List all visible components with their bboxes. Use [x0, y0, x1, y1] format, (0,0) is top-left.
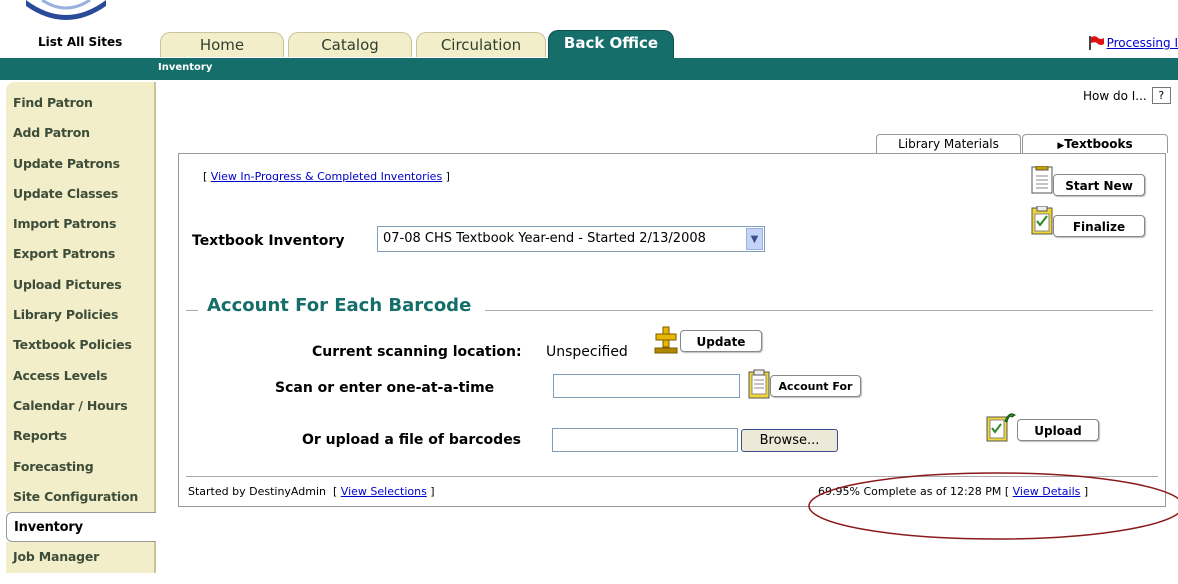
- subtab-textbooks[interactable]: ▶Textbooks: [1022, 134, 1168, 153]
- sidebar-item-reports[interactable]: Reports: [6, 421, 156, 452]
- finalize-button[interactable]: Finalize: [1053, 215, 1145, 237]
- how-do-i: How do I... ?: [1083, 87, 1171, 104]
- file-path-input[interactable]: [552, 428, 738, 452]
- scan-label: Scan or enter one-at-a-time: [275, 380, 495, 396]
- list-all-sites-link[interactable]: List All Sites: [38, 35, 122, 49]
- flag-icon: [1088, 36, 1104, 50]
- section-divider: [186, 310, 198, 311]
- tab-circulation[interactable]: Circulation: [416, 32, 546, 57]
- location-value: Unspecified: [546, 344, 628, 360]
- chevron-down-icon[interactable]: ▼: [746, 228, 763, 250]
- upload-button[interactable]: Upload: [1017, 419, 1099, 441]
- account-for-document-icon: [748, 369, 770, 399]
- tab-home[interactable]: Home: [160, 32, 284, 57]
- sidebar-item-textbook-policies[interactable]: Textbook Policies: [6, 330, 156, 361]
- tab-catalog[interactable]: Catalog: [288, 32, 412, 57]
- sidebar-item-import-patrons[interactable]: Import Patrons: [6, 209, 156, 240]
- barcode-input[interactable]: [553, 374, 740, 398]
- view-inprogress-link[interactable]: View In-Progress & Completed Inventories: [211, 170, 442, 183]
- sidebar: Find Patron Add Patron Update Patrons Up…: [6, 88, 156, 573]
- bracket-open: [: [203, 170, 211, 183]
- tab-back-office[interactable]: Back Office: [548, 30, 674, 59]
- view-selections-link[interactable]: View Selections: [341, 485, 427, 498]
- new-document-icon: [1031, 166, 1053, 194]
- processing-link[interactable]: Processing I: [1107, 36, 1178, 50]
- bracket-close: ]: [426, 485, 435, 498]
- sidebar-item-add-patron[interactable]: Add Patron: [6, 118, 156, 149]
- section-title: Account For Each Barcode: [207, 295, 472, 316]
- sidebar-item-calendar-hours[interactable]: Calendar / Hours: [6, 390, 156, 422]
- bracket-open: [: [332, 485, 341, 498]
- location-label: Current scanning location:: [312, 344, 522, 360]
- upload-clipboard-icon: [986, 413, 1016, 442]
- sidebar-item-library-policies[interactable]: Library Policies: [6, 300, 156, 331]
- sidebar-item-access-levels[interactable]: Access Levels: [6, 360, 156, 391]
- annotation-oval: [808, 472, 1178, 540]
- upload-file-label: Or upload a file of barcodes: [302, 432, 522, 448]
- sidebar-item-site-configuration[interactable]: Site Configuration: [6, 481, 156, 513]
- plus-location-icon: [654, 326, 678, 354]
- clipboard-check-icon: [1031, 206, 1053, 235]
- sidebar-item-upload-pictures[interactable]: Upload Pictures: [6, 269, 156, 301]
- bracket-close: ]: [442, 170, 450, 183]
- sidebar-item-update-patrons[interactable]: Update Patrons: [6, 148, 156, 179]
- district-logo-icon: [26, 0, 106, 20]
- section-divider: [485, 310, 1153, 311]
- sidebar-item-export-patrons[interactable]: Export Patrons: [6, 239, 156, 270]
- started-by-text: Started by DestinyAdmin: [188, 485, 326, 498]
- update-location-button[interactable]: Update: [680, 330, 762, 352]
- textbook-inventory-label: Textbook Inventory: [192, 233, 345, 249]
- breadcrumb: Inventory: [158, 62, 213, 73]
- processing-link-group[interactable]: Processing I: [1088, 36, 1178, 50]
- browse-button[interactable]: Browse...: [741, 429, 838, 452]
- sidebar-item-forecasting[interactable]: Forecasting: [6, 451, 156, 482]
- view-inprogress-group: [ View In-Progress & Completed Inventori…: [203, 170, 450, 183]
- sidebar-item-job-manager[interactable]: Job Manager: [6, 542, 156, 573]
- sidebar-item-inventory[interactable]: Inventory: [6, 512, 156, 543]
- textbook-inventory-select[interactable]: 07-08 CHS Textbook Year-end - Started 2/…: [377, 226, 765, 252]
- sidebar-item-find-patron[interactable]: Find Patron: [6, 88, 156, 119]
- subtab-textbooks-label: Textbooks: [1064, 137, 1133, 151]
- subtab-library-materials[interactable]: Library Materials: [876, 134, 1021, 153]
- started-by: Started by DestinyAdmin [ View Selection…: [188, 485, 435, 498]
- sidebar-item-update-classes[interactable]: Update Classes: [6, 178, 156, 210]
- start-new-button[interactable]: Start New: [1053, 174, 1145, 196]
- help-button[interactable]: ?: [1151, 87, 1171, 104]
- account-for-button[interactable]: Account For: [770, 375, 861, 397]
- how-do-i-label: How do I...: [1083, 88, 1147, 103]
- inventory-selected-value: 07-08 CHS Textbook Year-end - Started 2/…: [383, 231, 706, 246]
